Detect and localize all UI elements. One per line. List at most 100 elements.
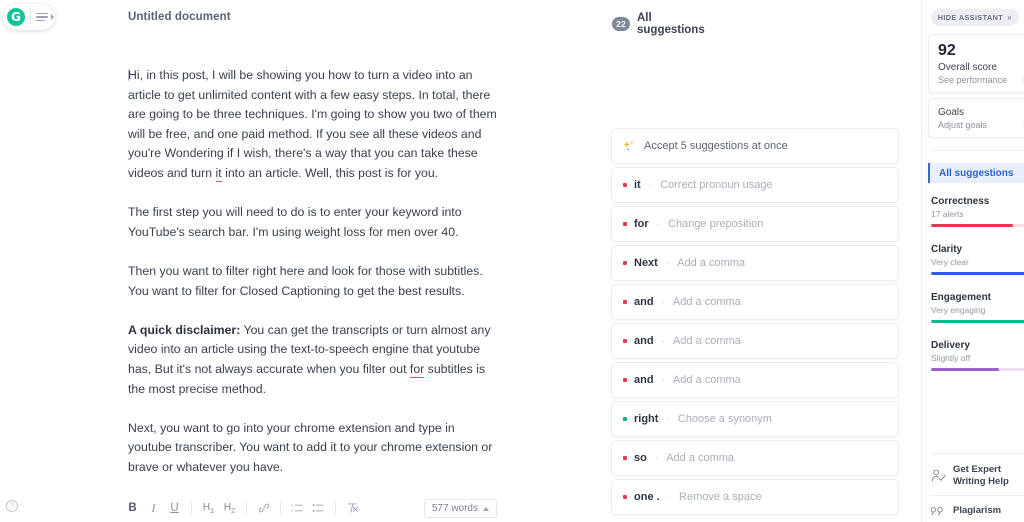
suggestion-word: and — [634, 296, 654, 308]
document-paragraph: Then you want to filter right here and l… — [128, 262, 500, 301]
divider — [931, 453, 1024, 454]
underline-button[interactable]: U — [164, 498, 185, 518]
text-run: into an article. Well, this post is for … — [221, 165, 439, 180]
suggestion-card[interactable]: it · Correct pronoun usage — [611, 167, 899, 203]
metric-name: Engagement — [931, 292, 992, 303]
suggestion-card[interactable]: and · Add a comma — [611, 323, 899, 359]
plagiarism-label: Plagiarism — [953, 504, 1002, 516]
metric-status: 17 alerts — [931, 209, 964, 219]
document-paragraph: Next, you want to go into your chrome ex… — [128, 419, 500, 478]
grammar-error-highlight[interactable]: for — [409, 361, 425, 378]
suggestion-action: Remove a space — [679, 491, 762, 503]
document-text-area[interactable]: Hi, in this post, I will be showing you … — [128, 66, 500, 477]
metric-progress-fill — [931, 320, 1024, 323]
metric-progress-fill — [931, 224, 1013, 227]
plagiarism-button[interactable]: Plagiarism — [931, 504, 1001, 517]
tab-all-suggestions-label: All suggestions — [939, 167, 1014, 179]
suggestion-card-list: Accept 5 suggestions at once it · Correct p… — [611, 128, 899, 518]
suggestion-action: Choose a synonym — [677, 413, 772, 425]
metric-progress-fill — [931, 272, 1024, 275]
divider — [191, 502, 192, 514]
suggestion-card[interactable]: right · Choose a synonym — [611, 401, 899, 437]
suggestion-dot-correctness-icon — [623, 261, 627, 265]
expert-writer-icon — [932, 469, 946, 482]
overall-score-value: 92 — [938, 42, 956, 59]
overall-score-card[interactable]: 92 Overall score See performance › — [928, 34, 1024, 93]
underline-label: U — [170, 502, 179, 514]
suggestion-dot-clarity-icon — [623, 417, 627, 421]
metric-progress-bar — [931, 320, 1024, 323]
suggestion-card[interactable]: so · Add a comma — [611, 440, 899, 476]
editor-topbar: G Untitled document — [0, 0, 600, 34]
get-expert-writing-help-button[interactable]: Get Expert Writing Help — [931, 464, 1009, 487]
divider — [280, 502, 281, 514]
metric-correctness[interactable]: Correctness 17 alerts — [931, 196, 1024, 227]
double-chevron-right-icon: » — [1007, 13, 1012, 22]
divider — [30, 10, 31, 24]
metric-delivery[interactable]: Delivery Slightly off — [931, 340, 1024, 371]
bold-button[interactable]: B — [122, 498, 143, 518]
clear-formatting-icon — [347, 503, 358, 513]
link-button[interactable] — [253, 498, 274, 518]
accept-all-suggestions-card[interactable]: Accept 5 suggestions at once — [611, 128, 899, 164]
document-paragraph: Hi, in this post, I will be showing you … — [128, 66, 500, 184]
h2-sub: 2 — [231, 507, 236, 515]
suggestion-dot-correctness-icon — [623, 339, 627, 343]
adjust-goals-label: Adjust goals — [938, 120, 988, 130]
suggestion-word: for — [634, 218, 649, 230]
suggestion-separator: · — [667, 491, 672, 503]
suggestion-dot-correctness-icon — [623, 183, 627, 187]
suggestion-card[interactable]: and · Add a comma — [611, 284, 899, 320]
see-performance-link[interactable]: See performance › — [938, 75, 1024, 86]
metric-status: Very clear — [931, 257, 969, 267]
suggestion-card[interactable]: for · Change preposition — [611, 206, 899, 242]
chevron-right-icon[interactable] — [51, 14, 54, 20]
chevron-up-icon — [483, 506, 489, 511]
ordered-list-button[interactable]: 1 2 — [287, 498, 308, 518]
suggestion-card[interactable]: and · Add a comma — [611, 362, 899, 398]
suggestion-card[interactable]: one . · Remove a space — [611, 479, 899, 515]
word-count-button[interactable]: 577 words — [423, 499, 497, 518]
grammarly-menu-pill[interactable]: G — [3, 4, 55, 30]
bold-run: A quick disclaimer: — [128, 322, 241, 337]
hamburger-menu-icon[interactable] — [36, 12, 48, 22]
hide-assistant-button[interactable]: HIDE ASSISTANT » — [930, 9, 1019, 26]
word-count-label: 577 words — [431, 503, 478, 514]
suggestion-dot-correctness-icon — [623, 495, 627, 499]
suggestion-action: Change preposition — [668, 218, 764, 230]
suggestion-card[interactable]: Next · Add a comma — [611, 245, 899, 281]
hide-assistant-label: HIDE ASSISTANT — [937, 13, 1004, 22]
text-run: Then you want to filter right here and l… — [128, 263, 483, 298]
suggestion-separator: · — [661, 296, 665, 308]
suggestion-word: and — [634, 335, 654, 347]
overall-score-label: Overall score — [938, 62, 997, 73]
metric-clarity[interactable]: Clarity Very clear — [931, 244, 1024, 275]
divider — [933, 150, 1024, 151]
grammarly-editor-app: G Untitled document Hi, in this post, I … — [0, 0, 1024, 522]
assistant-sidebar: HIDE ASSISTANT » 92 Overall score See pe… — [922, 0, 1024, 522]
text-run: Next, you want to go into your chrome ex… — [128, 420, 493, 474]
heading1-button[interactable]: H1 — [198, 498, 219, 518]
bullet-list-button[interactable] — [308, 498, 329, 518]
help-question-icon[interactable]: ? — [6, 500, 18, 512]
suggestion-action: Add a comma — [677, 257, 746, 269]
goals-card[interactable]: Goals Adjust goals › — [928, 98, 1024, 138]
clear-formatting-button[interactable] — [342, 498, 363, 518]
metric-status: Very engaging — [931, 305, 986, 315]
expert-help-line2: Writing Help — [953, 475, 1009, 487]
suggestion-dot-correctness-icon — [623, 378, 627, 382]
suggestions-column: 22 All suggestions Accept 5 suggestions … — [600, 0, 922, 522]
suggestions-header-label: All suggestions — [637, 12, 705, 36]
suggestion-action: Add a comma — [672, 296, 741, 308]
metric-name: Delivery — [931, 340, 970, 351]
adjust-goals-link[interactable]: Adjust goals › — [938, 120, 1024, 131]
italic-button[interactable]: I — [143, 498, 164, 518]
suggestion-separator: · — [666, 413, 670, 425]
metric-engagement[interactable]: Engagement Very engaging — [931, 292, 1024, 323]
grammarly-logo-icon[interactable]: G — [7, 8, 25, 26]
suggestion-word: and — [634, 374, 654, 386]
suggestion-action: Correct pronoun usage — [660, 179, 773, 191]
tab-all-suggestions[interactable]: All suggestions — [928, 163, 1024, 183]
heading2-button[interactable]: H2 — [219, 498, 240, 518]
text-run: The first step you will need to do is to… — [128, 205, 462, 239]
